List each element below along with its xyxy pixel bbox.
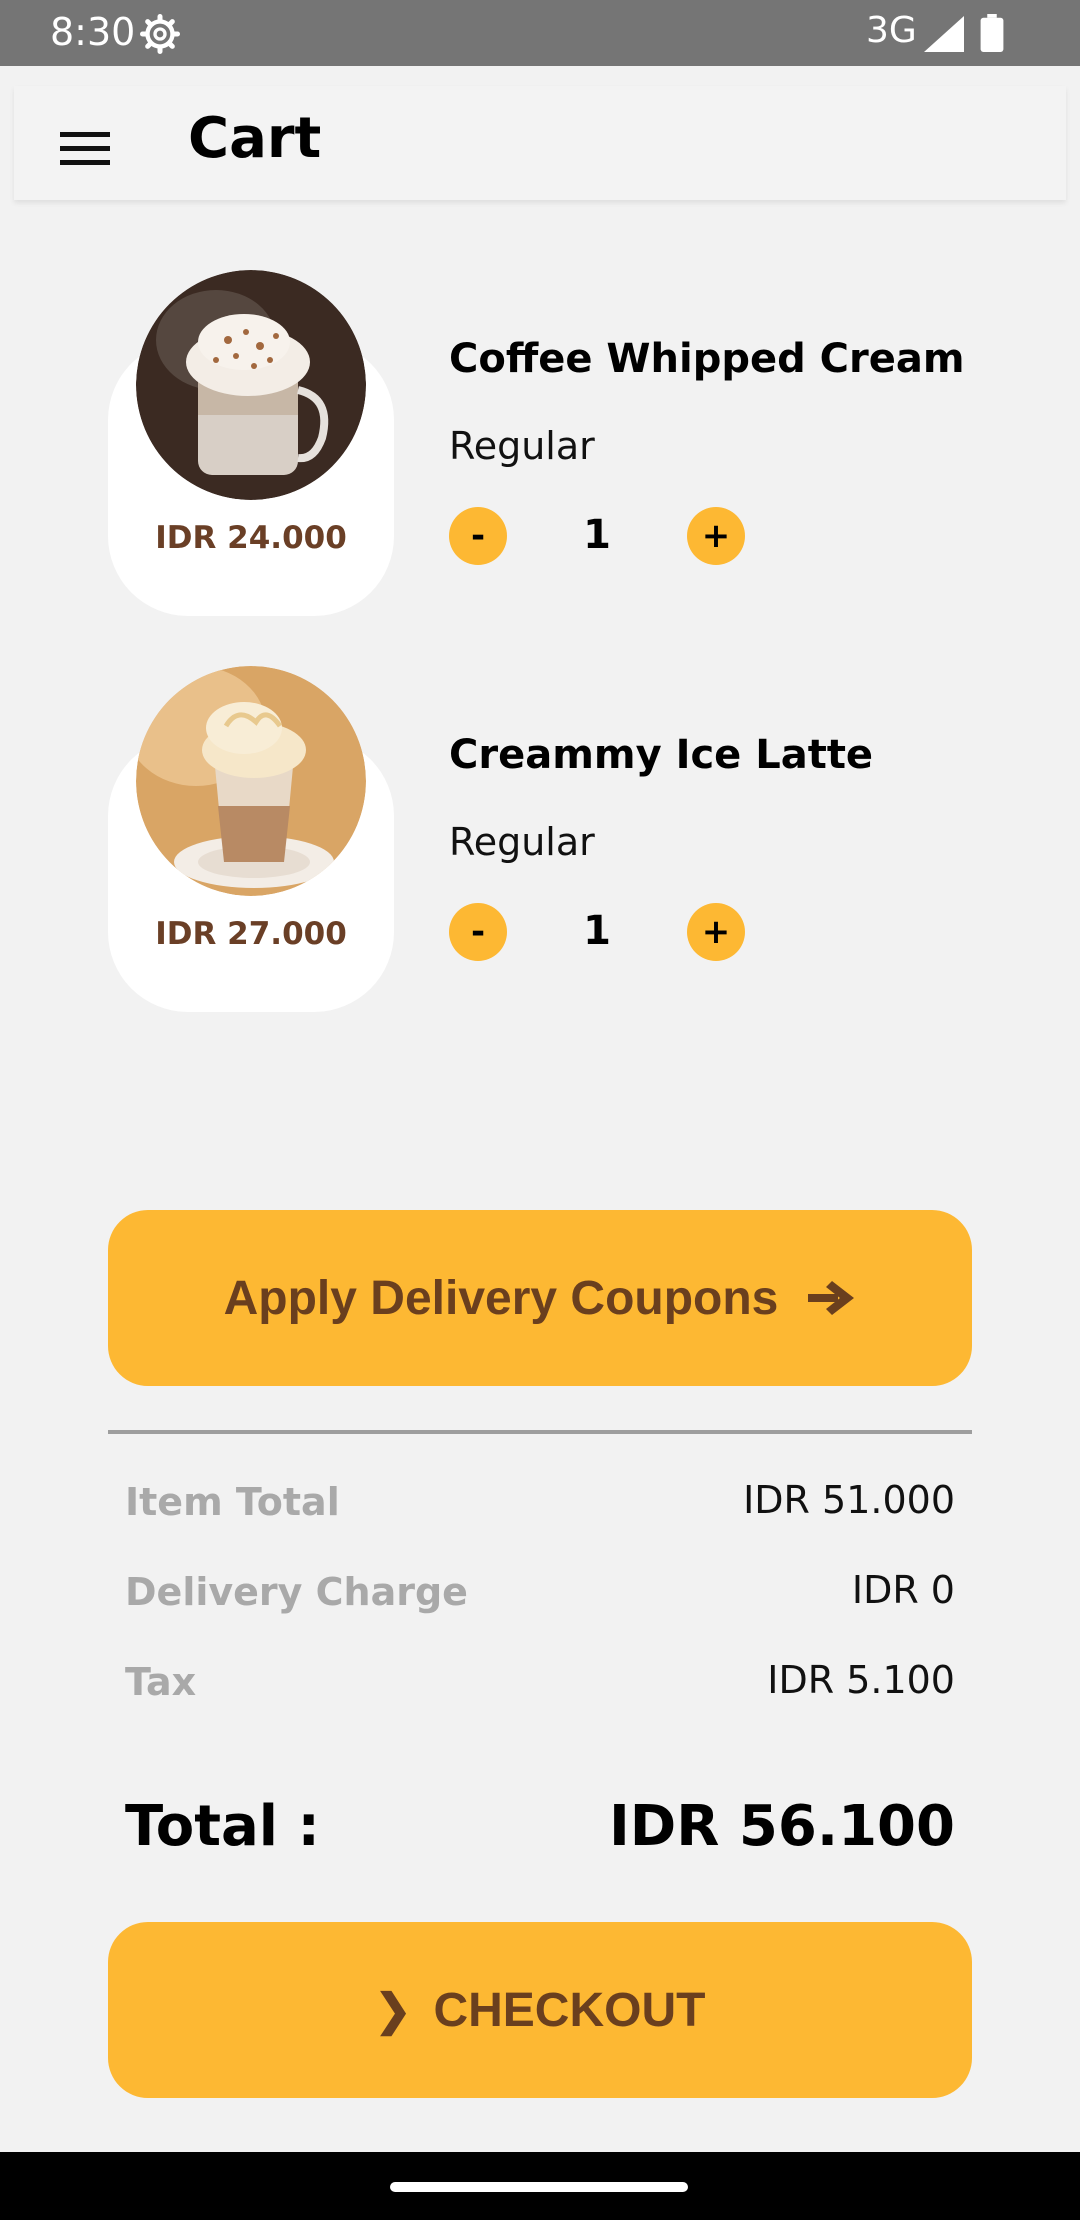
quantity-value: 1: [583, 512, 611, 558]
delivery-charge-label: Delivery Charge: [125, 1570, 468, 1614]
item-photo-coffee-whipped-cream: [136, 270, 366, 500]
item-total-label: Item Total: [125, 1480, 340, 1524]
delivery-charge-value: IDR 0: [851, 1568, 955, 1612]
network-type: 3G: [866, 10, 917, 51]
increase-quantity-button[interactable]: +: [687, 507, 745, 565]
apply-coupons-label: Apply Delivery Coupons: [223, 1271, 779, 1325]
arrow-right-icon: [808, 1281, 855, 1315]
item-size: Regular: [449, 424, 595, 468]
tax-value: IDR 5.100: [767, 1658, 955, 1702]
decrease-quantity-button[interactable]: -: [449, 507, 507, 565]
item-photo-creammy-ice-latte: [136, 666, 366, 896]
increase-quantity-button[interactable]: +: [687, 903, 745, 961]
apply-coupons-button[interactable]: Apply Delivery Coupons: [108, 1210, 972, 1386]
page-title: Cart: [188, 106, 322, 171]
item-total-value: IDR 51.000: [743, 1478, 955, 1522]
status-bar: 8:30 3G: [0, 0, 1080, 66]
divider: [108, 1430, 972, 1434]
hamburger-menu-icon[interactable]: [44, 122, 126, 176]
app-bar: Cart: [14, 86, 1066, 200]
item-name: Coffee Whipped Cream: [449, 336, 965, 382]
total-value: IDR 56.100: [608, 1794, 955, 1859]
tax-label: Tax: [125, 1660, 197, 1704]
checkout-label: CHECKOUT: [433, 1983, 706, 2037]
item-price: IDR 27.000: [155, 916, 347, 952]
item-price: IDR 24.000: [155, 520, 347, 556]
status-time: 8:30: [50, 10, 136, 54]
item-name: Creammy Ice Latte: [449, 732, 874, 778]
checkout-button[interactable]: ❯ CHECKOUT: [108, 1922, 972, 2098]
battery-icon: [980, 14, 1004, 52]
home-gesture-handle[interactable]: [390, 2182, 688, 2192]
chevron-right-icon: ❯: [374, 1985, 412, 2035]
total-label: Total :: [125, 1794, 320, 1859]
decrease-quantity-button[interactable]: -: [449, 903, 507, 961]
settings-icon: [140, 14, 180, 54]
item-size: Regular: [449, 820, 595, 864]
signal-icon: [924, 16, 964, 52]
quantity-value: 1: [583, 908, 611, 954]
system-navigation-bar: [0, 2152, 1080, 2220]
